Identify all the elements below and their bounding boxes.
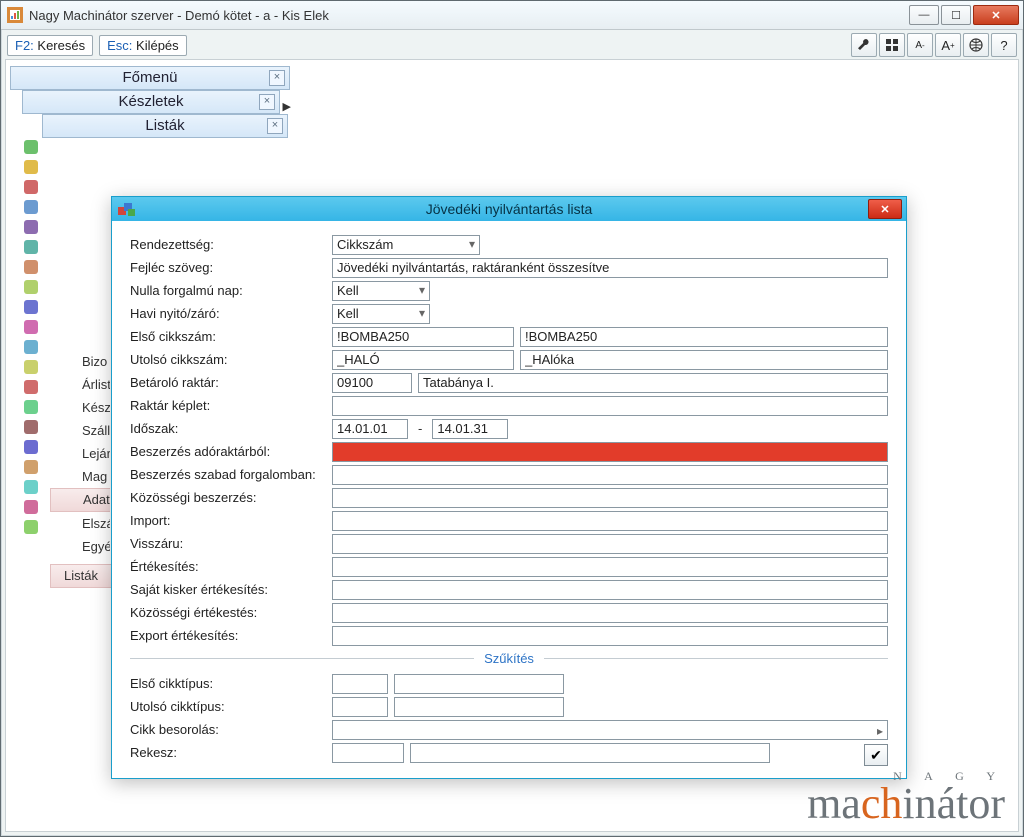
application-window: Nagy Machinátor szerver - Demó kötet - a… bbox=[0, 0, 1024, 837]
menu-mag[interactable]: Mag bbox=[50, 465, 110, 488]
tab-stack: Főmenü × Készletek × ▶ Listák × bbox=[6, 66, 290, 138]
globe-icon[interactable] bbox=[963, 33, 989, 57]
dialog-jovedeki: Jövedéki nyilvántartás lista ✕ Rendezett… bbox=[111, 196, 907, 779]
tab-fomenu-close-icon[interactable]: × bbox=[269, 70, 285, 86]
input-utolso-cikkszam-a[interactable] bbox=[332, 350, 514, 370]
label-utolso-cikkszam: Utolsó cikkszám: bbox=[130, 352, 332, 367]
input-elso-cikktipus-a[interactable] bbox=[332, 674, 388, 694]
minimize-button[interactable]: — bbox=[909, 5, 939, 25]
help-icon[interactable]: ? bbox=[991, 33, 1017, 57]
label-utolso-cikktipus: Utolsó cikktípus: bbox=[130, 699, 332, 714]
label-ertekesites: Értékesítés: bbox=[130, 559, 332, 574]
input-idoszak-from[interactable] bbox=[332, 419, 408, 439]
label-havi: Havi nyitó/záró: bbox=[130, 306, 332, 321]
idoszak-dash: - bbox=[414, 421, 426, 436]
input-utolso-cikktipus-b[interactable] bbox=[394, 697, 564, 717]
menu-elszamo[interactable]: Elszámo bbox=[50, 512, 110, 535]
input-besz-szabad[interactable] bbox=[332, 465, 888, 485]
content-area: Főmenü × Készletek × ▶ Listák × Bizo bbox=[5, 59, 1019, 832]
input-visszaru[interactable] bbox=[332, 534, 888, 554]
confirm-check-button[interactable]: ✔ bbox=[864, 744, 888, 766]
dialog-app-icon bbox=[118, 200, 136, 218]
app-icon bbox=[7, 7, 23, 23]
close-window-button[interactable]: ✕ bbox=[973, 5, 1019, 25]
tab-keszletek[interactable]: Készletek × ▶ bbox=[22, 90, 280, 114]
label-nulla-nap: Nulla forgalmú nap: bbox=[130, 283, 332, 298]
label-elso-cikkszam: Első cikkszám: bbox=[130, 329, 332, 344]
label-betarolo: Betároló raktár: bbox=[130, 375, 332, 390]
label-fejlec: Fejléc szöveg: bbox=[130, 260, 332, 275]
titlebar: Nagy Machinátor szerver - Demó kötet - a… bbox=[1, 1, 1023, 30]
menu-adat[interactable]: Adat bbox=[50, 488, 110, 512]
input-idoszak-to[interactable] bbox=[432, 419, 508, 439]
peek-menu: Bizo Árlist Kész Szálli Lejár Mag Adat E… bbox=[50, 350, 110, 558]
input-rekesz-a[interactable] bbox=[332, 743, 404, 763]
label-raktar-keplet: Raktár képlet: bbox=[130, 398, 332, 413]
tab-listak[interactable]: Listák × bbox=[42, 114, 288, 138]
tab-keszletek-close-icon[interactable]: × bbox=[259, 94, 275, 110]
maximize-button[interactable]: ☐ bbox=[941, 5, 971, 25]
label-besz-szabad: Beszerzés szabad forgalomban: bbox=[130, 467, 332, 482]
input-rekesz-b[interactable] bbox=[410, 743, 770, 763]
input-koz-ertekesites[interactable] bbox=[332, 603, 888, 623]
grid-icon[interactable] bbox=[879, 33, 905, 57]
window-title: Nagy Machinátor szerver - Demó kötet - a… bbox=[29, 8, 907, 23]
input-elso-cikkszam-b[interactable] bbox=[520, 327, 888, 347]
settings-wrench-icon[interactable] bbox=[851, 33, 877, 57]
input-raktar-keplet[interactable] bbox=[332, 396, 888, 416]
label-elso-cikktipus: Első cikktípus: bbox=[130, 676, 332, 691]
font-smaller-icon[interactable]: A- bbox=[907, 33, 933, 57]
input-elso-cikktipus-b[interactable] bbox=[394, 674, 564, 694]
listak-bottom-button[interactable]: Listák bbox=[50, 564, 111, 588]
select-rendezettseg[interactable]: Cikkszám bbox=[332, 235, 480, 255]
chevron-right-icon: ▸ bbox=[877, 724, 883, 738]
select-havi[interactable]: Kell bbox=[332, 304, 430, 324]
menu-kesz[interactable]: Kész bbox=[50, 396, 110, 419]
dialog-close-button[interactable]: ✕ bbox=[868, 199, 902, 219]
input-elso-cikkszam-a[interactable] bbox=[332, 327, 514, 347]
input-import[interactable] bbox=[332, 511, 888, 531]
menu-lejar[interactable]: Lejár bbox=[50, 442, 110, 465]
tab-listak-close-icon[interactable]: × bbox=[267, 118, 283, 134]
toolbar: F2: Keresés Esc: Kilépés A- A+ ? bbox=[1, 30, 1023, 60]
dialog-body: Rendezettség: Cikkszám Fejléc szöveg: Nu… bbox=[112, 221, 906, 778]
label-koz-beszerzes: Közösségi beszerzés: bbox=[130, 490, 332, 505]
menu-arlist[interactable]: Árlist bbox=[50, 373, 110, 396]
icon-rail-left bbox=[24, 140, 40, 540]
label-idoszak: Időszak: bbox=[130, 421, 332, 436]
label-rekesz: Rekesz: bbox=[130, 745, 332, 760]
label-cikk-besorolas: Cikk besorolás: bbox=[130, 722, 332, 737]
shortcut-esc-exit[interactable]: Esc: Kilépés bbox=[99, 35, 187, 56]
input-utolso-cikkszam-b[interactable] bbox=[520, 350, 888, 370]
input-betarolo-name[interactable] bbox=[418, 373, 888, 393]
label-export-ert: Export értékesítés: bbox=[130, 628, 332, 643]
input-ertekesites[interactable] bbox=[332, 557, 888, 577]
font-larger-icon[interactable]: A+ bbox=[935, 33, 961, 57]
label-visszaru: Visszáru: bbox=[130, 536, 332, 551]
input-export-ert[interactable] bbox=[332, 626, 888, 646]
input-betarolo-code[interactable] bbox=[332, 373, 412, 393]
menu-szalli[interactable]: Szálli bbox=[50, 419, 110, 442]
input-fejlec[interactable] bbox=[332, 258, 888, 278]
label-sajat-kisker: Saját kisker értékesítés: bbox=[130, 582, 332, 597]
input-koz-beszerzes[interactable] bbox=[332, 488, 888, 508]
menu-egyebf[interactable]: Egyéb f bbox=[50, 535, 110, 558]
menu-bizo[interactable]: Bizo bbox=[50, 350, 110, 373]
shortcut-f2-search[interactable]: F2: Keresés bbox=[7, 35, 93, 56]
combo-cikk-besorolas[interactable]: ▸ bbox=[332, 720, 888, 740]
label-besz-adoraktar: Beszerzés adóraktárból: bbox=[130, 444, 332, 459]
divider-szukites: Szűkítés bbox=[130, 651, 888, 666]
dialog-title: Jövedéki nyilvántartás lista bbox=[426, 201, 593, 217]
dialog-titlebar: Jövedéki nyilvántartás lista ✕ bbox=[112, 197, 906, 221]
label-koz-ertekesites: Közösségi értékestés: bbox=[130, 605, 332, 620]
input-besz-adoraktar[interactable] bbox=[332, 442, 888, 462]
label-rendezettseg: Rendezettség: bbox=[130, 237, 332, 252]
select-nulla-nap[interactable]: Kell bbox=[332, 281, 430, 301]
input-sajat-kisker[interactable] bbox=[332, 580, 888, 600]
label-import: Import: bbox=[130, 513, 332, 528]
tab-fomenu[interactable]: Főmenü × bbox=[10, 66, 290, 90]
input-utolso-cikktipus-a[interactable] bbox=[332, 697, 388, 717]
